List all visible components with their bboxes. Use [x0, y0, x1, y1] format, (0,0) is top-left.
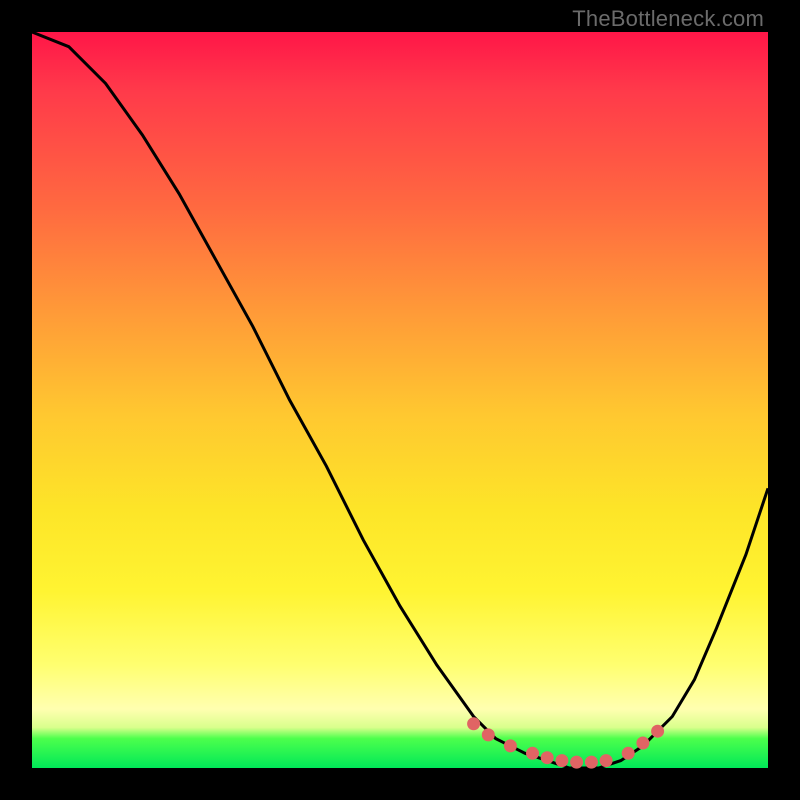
- plot-area: [32, 32, 768, 768]
- chart-frame: TheBottleneck.com: [0, 0, 800, 800]
- highlight-dot: [556, 755, 568, 767]
- bottleneck-curve-path: [32, 32, 768, 768]
- watermark-text: TheBottleneck.com: [572, 6, 764, 32]
- highlight-dot: [585, 756, 597, 768]
- highlight-dot: [527, 747, 539, 759]
- highlight-dot: [541, 752, 553, 764]
- highlight-dot: [504, 740, 516, 752]
- highlight-dots-group: [468, 718, 664, 768]
- highlight-dot: [637, 737, 649, 749]
- highlight-dot: [622, 747, 634, 759]
- curve-svg: [32, 32, 768, 768]
- highlight-dot: [482, 729, 494, 741]
- highlight-dot: [571, 756, 583, 768]
- highlight-dot: [600, 755, 612, 767]
- highlight-dot: [468, 718, 480, 730]
- highlight-dot: [652, 725, 664, 737]
